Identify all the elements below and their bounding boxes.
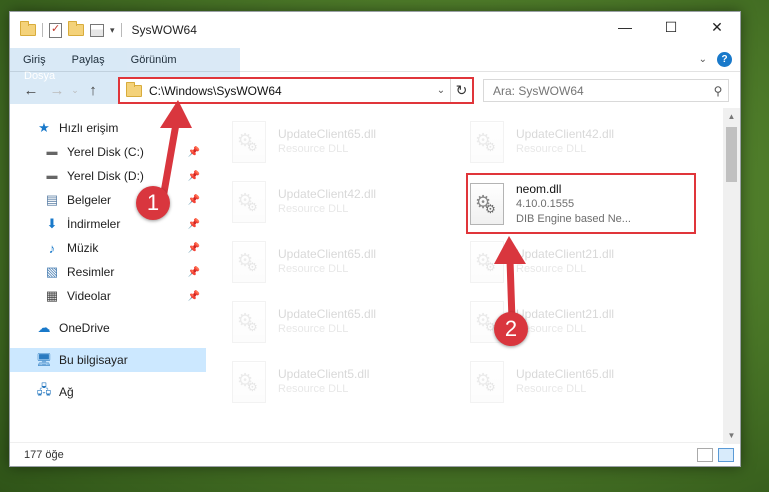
annotation-arrows xyxy=(159,100,526,324)
arrow-to-neom-dll xyxy=(494,236,526,324)
step-1-badge: 1 xyxy=(136,186,170,220)
step-2-badge: 2 xyxy=(494,312,528,346)
arrow-to-address-bar xyxy=(159,100,192,202)
